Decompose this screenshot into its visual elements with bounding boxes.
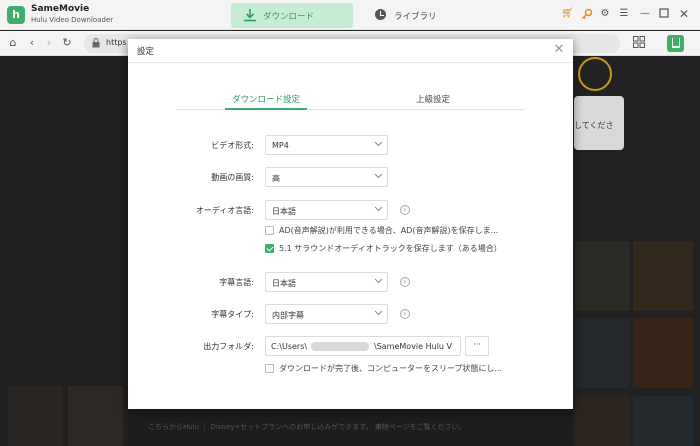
audio-language-label: オーディオ言語: [195,206,254,215]
poster-thumb [575,318,630,388]
poster-thumb [68,386,123,446]
clock-icon [375,9,386,20]
redacted-username [311,342,369,351]
video-format-label: ビデオ形式: [211,141,254,150]
tooltip-text: してくださ [574,121,614,130]
chevron-down-icon [374,206,383,212]
key-icon[interactable] [581,8,593,20]
reload-icon[interactable]: ↻ [60,36,74,50]
surround-label: 5.1 サラウンドオーディオトラックを保存します（ある場合） [279,244,502,253]
gear-icon[interactable]: ⚙ [599,8,611,20]
chevron-down-icon [374,173,383,179]
poster-thumb [575,396,630,446]
output-folder-field[interactable]: C:\Users\ \SameMovie Hulu V [265,336,461,356]
app-subtitle: Hulu Video Downloader [31,16,114,24]
video-format-select[interactable]: MP4 [265,135,388,155]
minimize-icon[interactable]: — [639,8,651,20]
video-format-value: MP4 [272,141,289,150]
sleep-after-download-label: ダウンロードが完了後、コンピューターをスリープ状態にし... [279,364,503,373]
info-icon[interactable]: i [400,277,410,287]
maximize-icon[interactable] [658,8,670,20]
chevron-down-icon [374,278,383,284]
menu-icon[interactable]: ☰ [618,8,630,20]
video-quality-label: 動画の画質: [211,173,254,182]
tab-download-settings[interactable]: ダウンロード設定 [226,93,306,107]
tab-download-label: ダウンロード [263,12,315,22]
forward-icon[interactable]: › [42,36,56,50]
highlight-ring [578,57,612,91]
tab-download[interactable]: ダウンロード [231,3,353,28]
ad-audio-checkbox[interactable] [265,226,274,235]
home-icon[interactable]: ⌂ [6,36,20,50]
active-tab-underline [225,108,307,110]
app-name: SameMovie [31,4,90,14]
poster-thumb [633,396,693,446]
subtitle-language-value: 日本語 [272,279,296,288]
chevron-down-icon [374,141,383,147]
poster-thumb [633,318,693,388]
info-icon[interactable]: i [400,205,410,215]
settings-dialog: 設定 ✕ ダウンロード設定 上級設定 ビデオ形式: MP4 動画の画質: 高 オ… [128,39,573,409]
grid-icon[interactable] [632,36,646,50]
browse-folder-button[interactable]: ··· [465,336,489,356]
info-icon[interactable]: i [400,309,410,319]
poster-thumb [633,241,693,311]
tab-advanced-settings[interactable]: 上級設定 [393,93,473,107]
tab-library[interactable]: ライブラリ [372,3,482,28]
download-icon[interactable] [667,35,684,52]
poster-thumb [8,386,63,446]
tooltip-bubble: してくださ [574,96,624,150]
tab-library-label: ライブラリ [394,12,437,22]
chevron-down-icon [374,310,383,316]
close-icon[interactable]: ✕ [552,43,566,57]
subtitle-type-select[interactable]: 内部字幕 [265,304,388,324]
download-icon [244,9,256,22]
app-logo: h [7,6,25,24]
ad-audio-label: AD(音声解説)が利用できる場合、AD(音声解説)を保存しま... [279,226,499,235]
audio-language-select[interactable]: 日本語 [265,200,388,220]
surround-checkbox[interactable] [265,244,274,253]
video-quality-select[interactable]: 高 [265,167,388,187]
subtitle-language-label: 字幕言語: [219,278,254,287]
subtitle-language-select[interactable]: 日本語 [265,272,388,292]
subtitle-type-label: 字幕タイプ: [211,310,254,319]
back-icon[interactable]: ‹ [25,36,39,50]
dialog-header: 設定 ✕ [128,39,573,63]
close-icon[interactable]: ✕ [678,8,690,20]
output-folder-label: 出力フォルダ: [203,342,254,351]
sleep-after-download-checkbox[interactable] [265,364,274,373]
lock-icon [92,38,100,48]
poster-thumb [575,241,630,311]
subtitle-type-value: 内部字幕 [272,311,304,320]
app-titlebar: h SameMovie Hulu Video Downloader ダウンロード… [0,0,700,30]
video-quality-value: 高 [272,174,280,183]
footer-text: こちらからHulu ｜ Disney+セットプランへのお申し込みができます。 東… [148,423,466,431]
audio-language-value: 日本語 [272,207,296,216]
cart-icon[interactable]: 🛒︎ [561,8,574,20]
url-text: https [106,38,127,47]
dialog-title: 設定 [137,47,155,57]
output-folder-suffix: \SameMovie Hulu V [374,342,453,351]
output-folder-prefix: C:\Users\ [271,342,308,351]
